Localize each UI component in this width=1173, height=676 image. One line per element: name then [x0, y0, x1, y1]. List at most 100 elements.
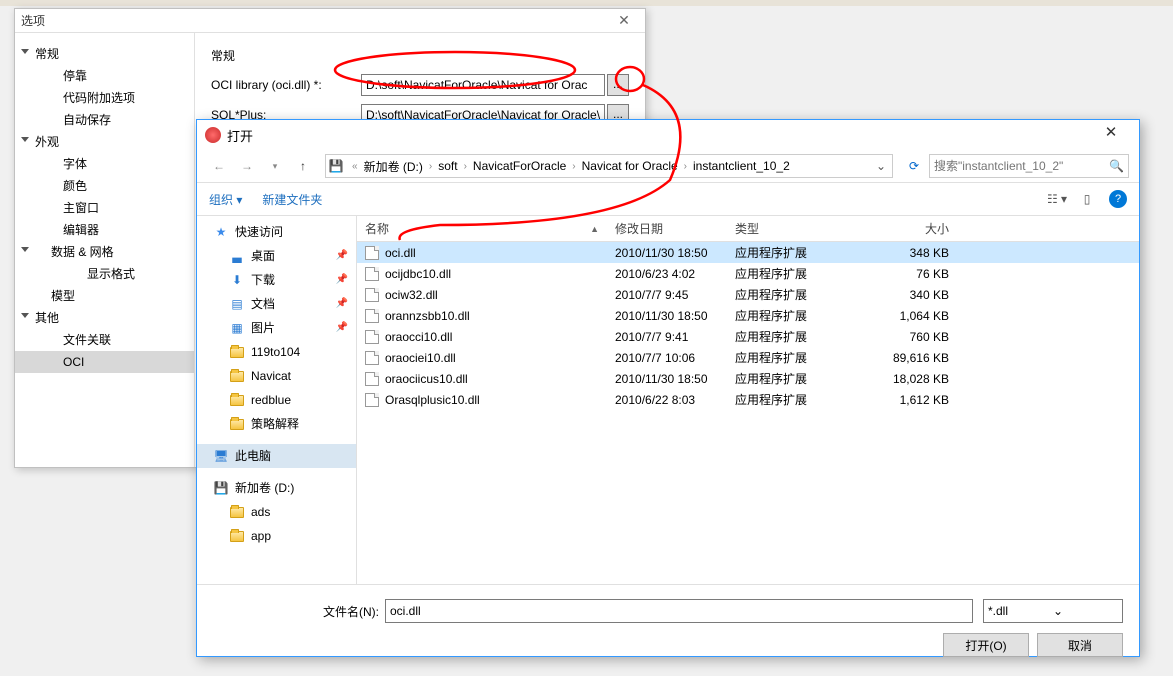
folder-icon [229, 529, 245, 543]
sidebar-folder-119to104[interactable]: 119to104 [197, 340, 356, 364]
drive-icon: 💾 [328, 159, 344, 173]
file-date: 2010/11/30 18:50 [607, 372, 727, 386]
sidebar-quick-access[interactable]: ★快速访问 [197, 220, 356, 244]
file-row[interactable]: Orasqlplusic10.dll2010/6/22 8:03应用程序扩展1,… [357, 389, 1139, 410]
file-size: 760 KB [847, 330, 957, 344]
file-row[interactable]: oraocci10.dll2010/7/7 9:41应用程序扩展760 KB [357, 326, 1139, 347]
col-date[interactable]: 修改日期 [607, 220, 727, 237]
tree-oci[interactable]: OCI [15, 351, 194, 373]
tree-editor[interactable]: 编辑器 [15, 219, 194, 241]
file-type: 应用程序扩展 [727, 265, 847, 282]
tree-mainwindow[interactable]: 主窗口 [15, 197, 194, 219]
document-icon: ▤ [229, 297, 245, 311]
sidebar-downloads[interactable]: ⬇下载📌 [197, 268, 356, 292]
file-name: ocijdbc10.dll [385, 267, 451, 281]
tree-general[interactable]: 常规 [15, 43, 194, 65]
search-icon[interactable]: 🔍 [1109, 159, 1124, 173]
nav-back-icon[interactable]: ← [207, 154, 231, 178]
chevron-right-icon: › [682, 161, 689, 172]
file-icon [365, 330, 379, 344]
file-name: oraociicus10.dll [385, 372, 468, 386]
tree-data-net[interactable]: 数据 & 网格 [15, 241, 194, 263]
col-size[interactable]: 大小 [847, 220, 957, 237]
file-icon [365, 393, 379, 407]
crumb-navicat-oracle[interactable]: NavicatForOracle [469, 159, 570, 173]
tree-code-addon[interactable]: 代码附加选项 [15, 87, 194, 109]
sidebar-documents[interactable]: ▤文档📌 [197, 292, 356, 316]
chevron-right-icon: › [462, 161, 469, 172]
tree-autosave[interactable]: 自动保存 [15, 109, 194, 131]
sidebar-this-pc[interactable]: 🖥此电脑 [197, 444, 356, 468]
file-row[interactable]: ocijdbc10.dll2010/6/23 4:02应用程序扩展76 KB [357, 263, 1139, 284]
file-size: 89,616 KB [847, 351, 957, 365]
crumb-drive[interactable]: 新加卷 (D:) [360, 158, 427, 175]
file-close-icon[interactable]: ✕ [1091, 123, 1131, 147]
oci-label: OCI library (oci.dll) *: [211, 78, 361, 92]
preview-pane-icon[interactable]: ▯ [1073, 188, 1101, 210]
tree-other[interactable]: 其他 [15, 307, 194, 329]
file-toolbar: 组织 ▾ 新建文件夹 ☷ ▾ ▯ ? [197, 182, 1139, 216]
tree-dock[interactable]: 停靠 [15, 65, 194, 87]
open-button[interactable]: 打开(O) [943, 633, 1029, 657]
organize-menu[interactable]: 组织 ▾ [209, 191, 242, 208]
file-row[interactable]: oraociicus10.dll 2010/11/30 18:50应用程序扩展18… [357, 368, 1139, 389]
tree-model[interactable]: 模型 [15, 285, 194, 307]
sidebar-folder-navicat[interactable]: Navicat [197, 364, 356, 388]
tree-appearance[interactable]: 外观 [15, 131, 194, 153]
crumb-soft[interactable]: soft [434, 159, 461, 173]
options-tree: 常规 停靠 代码附加选项 自动保存 外观 字体 颜色 主窗口 编辑器 数据 & … [15, 33, 195, 467]
sidebar-desktop[interactable]: ▃桌面📌 [197, 244, 356, 268]
help-icon[interactable]: ? [1109, 190, 1127, 208]
file-type: 应用程序扩展 [727, 370, 847, 387]
col-type[interactable]: 类型 [727, 220, 847, 237]
sidebar-pictures[interactable]: ▦图片📌 [197, 316, 356, 340]
tree-file-assoc[interactable]: 文件关联 [15, 329, 194, 351]
sidebar-folder-strategy[interactable]: 策略解释 [197, 412, 356, 436]
file-size: 18,028 KB [847, 372, 957, 386]
file-date: 2010/11/30 18:50 [607, 246, 727, 260]
crumb-navicat[interactable]: Navicat for Oracle [578, 159, 682, 173]
crumb-instantclient[interactable]: instantclient_10_2 [689, 159, 794, 173]
file-size: 1,612 KB [847, 393, 957, 407]
oci-library-input[interactable] [361, 74, 605, 96]
file-type: 应用程序扩展 [727, 307, 847, 324]
file-row[interactable]: ociw32.dll2010/7/7 9:45应用程序扩展340 KB [357, 284, 1139, 305]
sidebar-folder-app[interactable]: app [197, 524, 356, 548]
file-row[interactable]: oci.dll2010/11/30 18:50应用程序扩展348 KB [357, 242, 1139, 263]
col-name[interactable]: 名称▲ [357, 220, 607, 237]
breadcrumb-dropdown-icon[interactable]: ⌄ [872, 159, 890, 173]
file-icon [365, 246, 379, 260]
cancel-button[interactable]: 取消 [1037, 633, 1123, 657]
oci-library-row: OCI library (oci.dll) *: ... [211, 74, 629, 96]
refresh-icon[interactable]: ⟳ [903, 155, 925, 177]
nav-forward-icon[interactable]: → [235, 154, 259, 178]
tree-color[interactable]: 颜色 [15, 175, 194, 197]
file-icon [365, 372, 379, 386]
search-input[interactable] [934, 159, 1109, 173]
sidebar-folder-redblue[interactable]: redblue [197, 388, 356, 412]
file-size: 1,064 KB [847, 309, 957, 323]
file-date: 2010/7/7 9:41 [607, 330, 727, 344]
chevron-down-icon: ⌄ [1053, 604, 1118, 618]
pin-icon: 📌 [336, 295, 348, 313]
chevron-right-icon: › [427, 161, 434, 172]
file-type: 应用程序扩展 [727, 349, 847, 366]
tree-font[interactable]: 字体 [15, 153, 194, 175]
file-name: oraocci10.dll [385, 330, 452, 344]
file-filter-dropdown[interactable]: *.dll⌄ [983, 599, 1123, 623]
file-row[interactable]: oraociei10.dll2010/7/7 10:06应用程序扩展89,616… [357, 347, 1139, 368]
file-size: 76 KB [847, 267, 957, 281]
oci-browse-button[interactable]: ... [607, 74, 629, 96]
options-close-icon[interactable]: ✕ [609, 12, 639, 29]
sidebar-drive-d[interactable]: 💾新加卷 (D:) [197, 476, 356, 500]
view-options-icon[interactable]: ☷ ▾ [1043, 188, 1071, 210]
sidebar-folder-ads[interactable]: ads [197, 500, 356, 524]
breadcrumb[interactable]: 💾 « 新加卷 (D:) › soft › NavicatForOracle ›… [325, 154, 893, 178]
new-folder-button[interactable]: 新建文件夹 [262, 191, 322, 208]
filename-input[interactable] [385, 599, 973, 623]
nav-recent-icon[interactable]: ▾ [263, 154, 287, 178]
nav-up-icon[interactable]: ↑ [291, 154, 315, 178]
file-titlebar: 打开 ✕ [197, 120, 1139, 150]
tree-display-fmt[interactable]: 显示格式 [15, 263, 194, 285]
file-row[interactable]: orannzsbb10.dll2010/11/30 18:50应用程序扩展1,0… [357, 305, 1139, 326]
